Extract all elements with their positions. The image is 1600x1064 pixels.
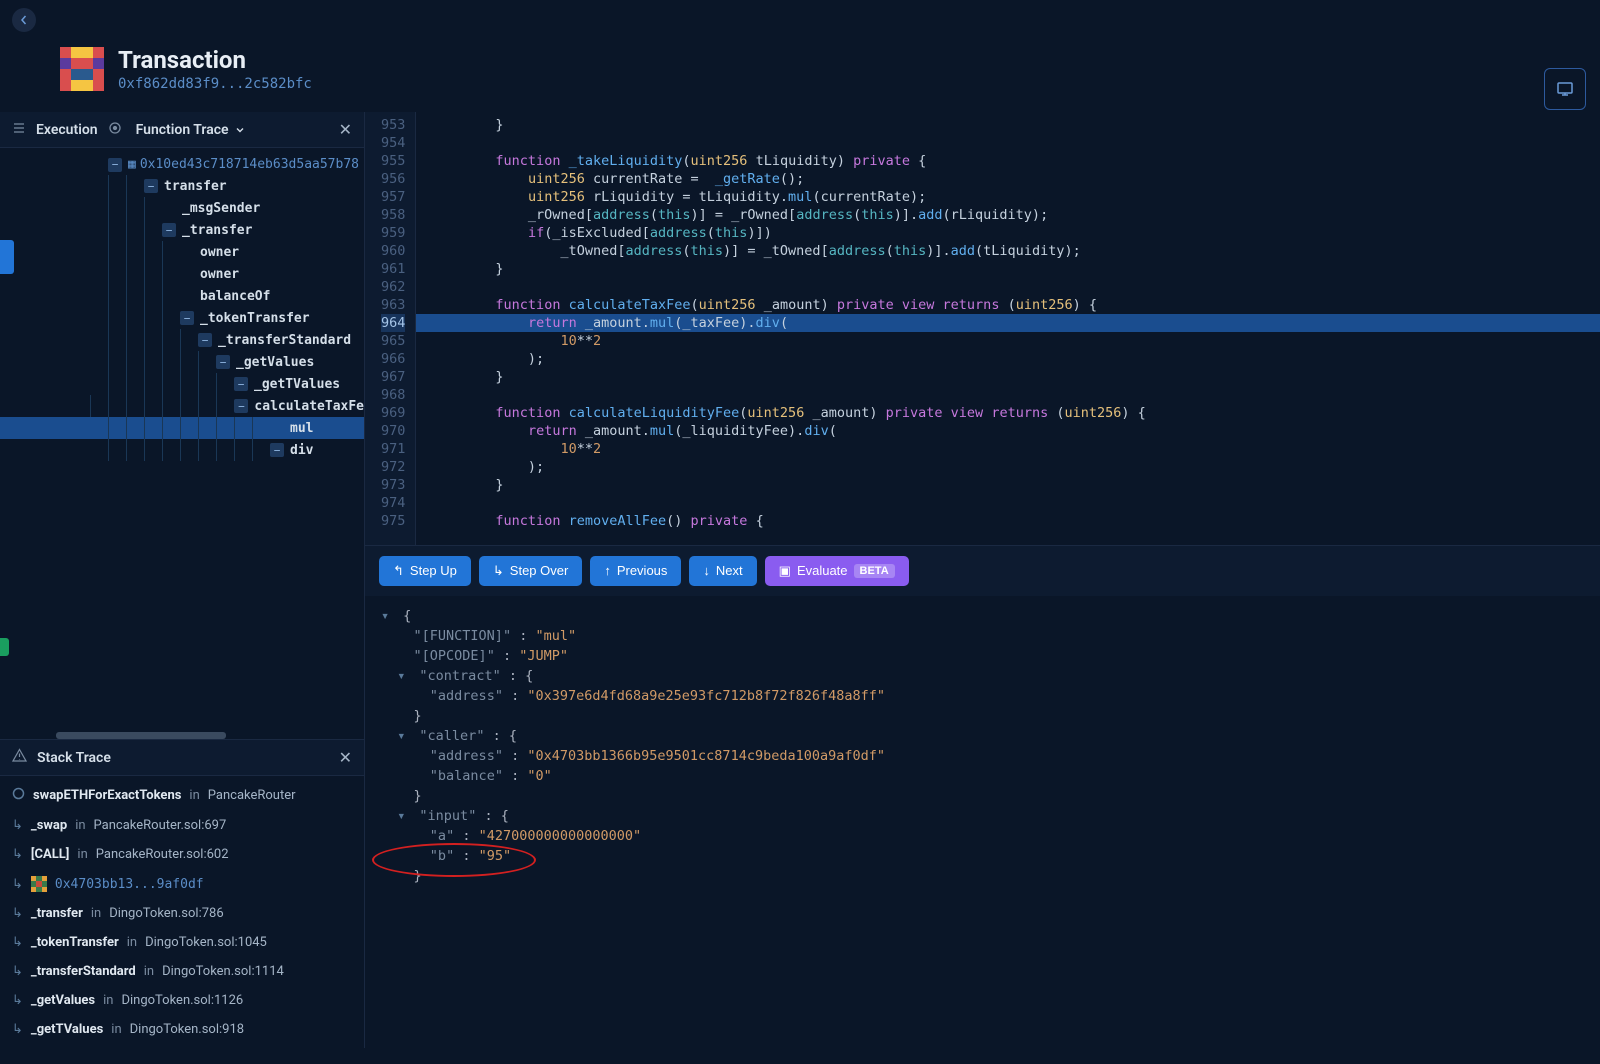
close-stack-panel[interactable]: ✕ [339, 748, 352, 767]
arrow-return-icon: ↳ [12, 847, 23, 862]
tree-root-hash: 0x10ed43c718714eb63d5aa57b78 [140, 157, 359, 172]
tree-node-transfer[interactable]: −transfer [0, 175, 364, 197]
step-over-button[interactable]: ↳Step Over [479, 556, 582, 586]
json-toggle[interactable]: ▾ [397, 726, 411, 746]
stack-panel-header: Stack Trace ✕ [0, 740, 364, 776]
tree-collapse-icon[interactable]: − [108, 158, 122, 172]
arrow-up-icon: ↑ [604, 563, 611, 578]
tree-node-balanceOf[interactable]: balanceOf [0, 285, 364, 307]
tree-node-_getValues[interactable]: −_getValues [0, 351, 364, 373]
stack-frame[interactable]: ↳_transfer in DingoToken.sol:786 [0, 899, 364, 928]
arrow-return-icon: ↳ [12, 906, 23, 921]
json-toggle[interactable]: ▾ [397, 666, 411, 686]
code-editor[interactable]: 9539549559569579589599609619629639649659… [365, 112, 1600, 545]
stack-frame[interactable]: ↳_swap in PancakeRouter.sol:697 [0, 811, 364, 840]
tree-collapse-icon[interactable]: − [198, 333, 212, 347]
arrow-return-icon: ↳ [12, 993, 23, 1008]
close-execution-panel[interactable]: ✕ [339, 120, 352, 139]
tree-node-owner[interactable]: owner [0, 263, 364, 285]
transaction-hash[interactable]: 0xf862dd83f9...2c582bfc [118, 76, 312, 92]
stack-frame[interactable]: ↳_getTValues in DingoToken.sol:918 [0, 1015, 364, 1044]
arrow-return-icon: ↳ [12, 964, 23, 979]
header-action-button[interactable] [1544, 68, 1586, 110]
transaction-identicon [60, 47, 104, 91]
debug-inspector[interactable]: ▾ { "[FUNCTION]" : "mul" "[OPCODE]" : "J… [365, 596, 1600, 1049]
tree-collapse-icon[interactable]: − [180, 311, 194, 325]
execution-panel-header: Execution Function Trace ✕ [0, 112, 364, 148]
step-up-button[interactable]: ↰Step Up [379, 556, 471, 586]
evaluate-button[interactable]: ▣EvaluateBETA [765, 556, 909, 586]
evaluate-icon: ▣ [779, 563, 791, 579]
stack-frame[interactable]: ↳[CALL] in PancakeRouter.sol:602 [0, 840, 364, 869]
arrow-return-icon: ↳ [12, 877, 23, 892]
function-trace-tree[interactable]: − ▦ 0x10ed43c718714eb63d5aa57b78 −transf… [0, 148, 364, 739]
tree-node-_tokenTransfer[interactable]: −_tokenTransfer [0, 307, 364, 329]
tree-collapse-icon[interactable]: − [216, 355, 230, 369]
execution-title: Execution [36, 122, 98, 138]
contract-mini-icon: ▦ [128, 157, 136, 172]
beta-badge: BETA [854, 564, 895, 578]
arrow-down-icon: ↓ [703, 563, 710, 578]
stack-frame[interactable]: ↳_transferStandard in DingoToken.sol:111… [0, 957, 364, 986]
stack-trace-list: swapETHForExactTokens in PancakeRouter↳_… [0, 776, 364, 1048]
arrow-return-icon: ↳ [12, 1022, 23, 1037]
next-button[interactable]: ↓Next [689, 556, 756, 586]
back-button[interactable] [12, 8, 36, 32]
arrow-over-icon: ↳ [493, 563, 504, 579]
contract-identicon [31, 876, 47, 892]
stack-frame[interactable]: ↳0x4703bb13...9af0df [0, 869, 364, 899]
tree-collapse-icon[interactable]: − [162, 223, 176, 237]
arrow-up-turn-icon: ↰ [393, 563, 404, 579]
arrow-return-icon: ↳ [12, 818, 23, 833]
chevron-down-icon [235, 125, 245, 135]
tree-node-_transferStandard[interactable]: −_transferStandard [0, 329, 364, 351]
tree-collapse-icon[interactable]: − [234, 399, 248, 413]
circle-icon [12, 787, 25, 804]
tree-collapse-icon[interactable]: − [270, 443, 284, 457]
arrow-return-icon: ↳ [12, 935, 23, 950]
tree-node-_msgSender[interactable]: _msgSender [0, 197, 364, 219]
tree-node-_transfer[interactable]: −_transfer [0, 219, 364, 241]
target-icon [108, 121, 122, 139]
code-lines[interactable]: } function _takeLiquidity(uint256 tLiqui… [416, 112, 1600, 545]
previous-button[interactable]: ↑Previous [590, 556, 681, 586]
stack-frame[interactable]: ↳_tokenTransfer in DingoToken.sol:1045 [0, 928, 364, 957]
tree-node-calculateTaxFe[interactable]: −calculateTaxFe [0, 395, 364, 417]
tree-root[interactable]: − ▦ 0x10ed43c718714eb63d5aa57b78 [0, 154, 364, 175]
debug-toolbar: ↰Step Up ↳Step Over ↑Previous ↓Next ▣Eva… [365, 545, 1600, 596]
trace-mode-dropdown[interactable]: Function Trace [136, 122, 245, 138]
trace-mode-label: Function Trace [136, 122, 229, 138]
json-toggle[interactable]: ▾ [381, 606, 395, 626]
line-gutter: 9539549559569579589599609619629639649659… [365, 112, 416, 545]
tree-collapse-icon[interactable]: − [144, 179, 158, 193]
tree-node-div[interactable]: −div [0, 439, 364, 461]
json-toggle[interactable]: ▾ [397, 806, 411, 826]
stack-frame[interactable]: swapETHForExactTokens in PancakeRouter [0, 780, 364, 811]
stack-trace-title: Stack Trace [37, 750, 111, 766]
tree-node-_getTValues[interactable]: −_getTValues [0, 373, 364, 395]
tree-node-mul[interactable]: mul [0, 417, 364, 439]
page-header: Transaction 0xf862dd83f9...2c582bfc [0, 40, 1600, 112]
tree-node-owner[interactable]: owner [0, 241, 364, 263]
list-icon [12, 121, 26, 139]
page-title: Transaction [118, 46, 312, 74]
stack-frame[interactable]: ↳_getValues in DingoToken.sol:1126 [0, 986, 364, 1015]
warning-icon [12, 748, 27, 767]
tree-collapse-icon[interactable]: − [234, 377, 248, 391]
horizontal-scrollbar[interactable] [56, 732, 226, 739]
